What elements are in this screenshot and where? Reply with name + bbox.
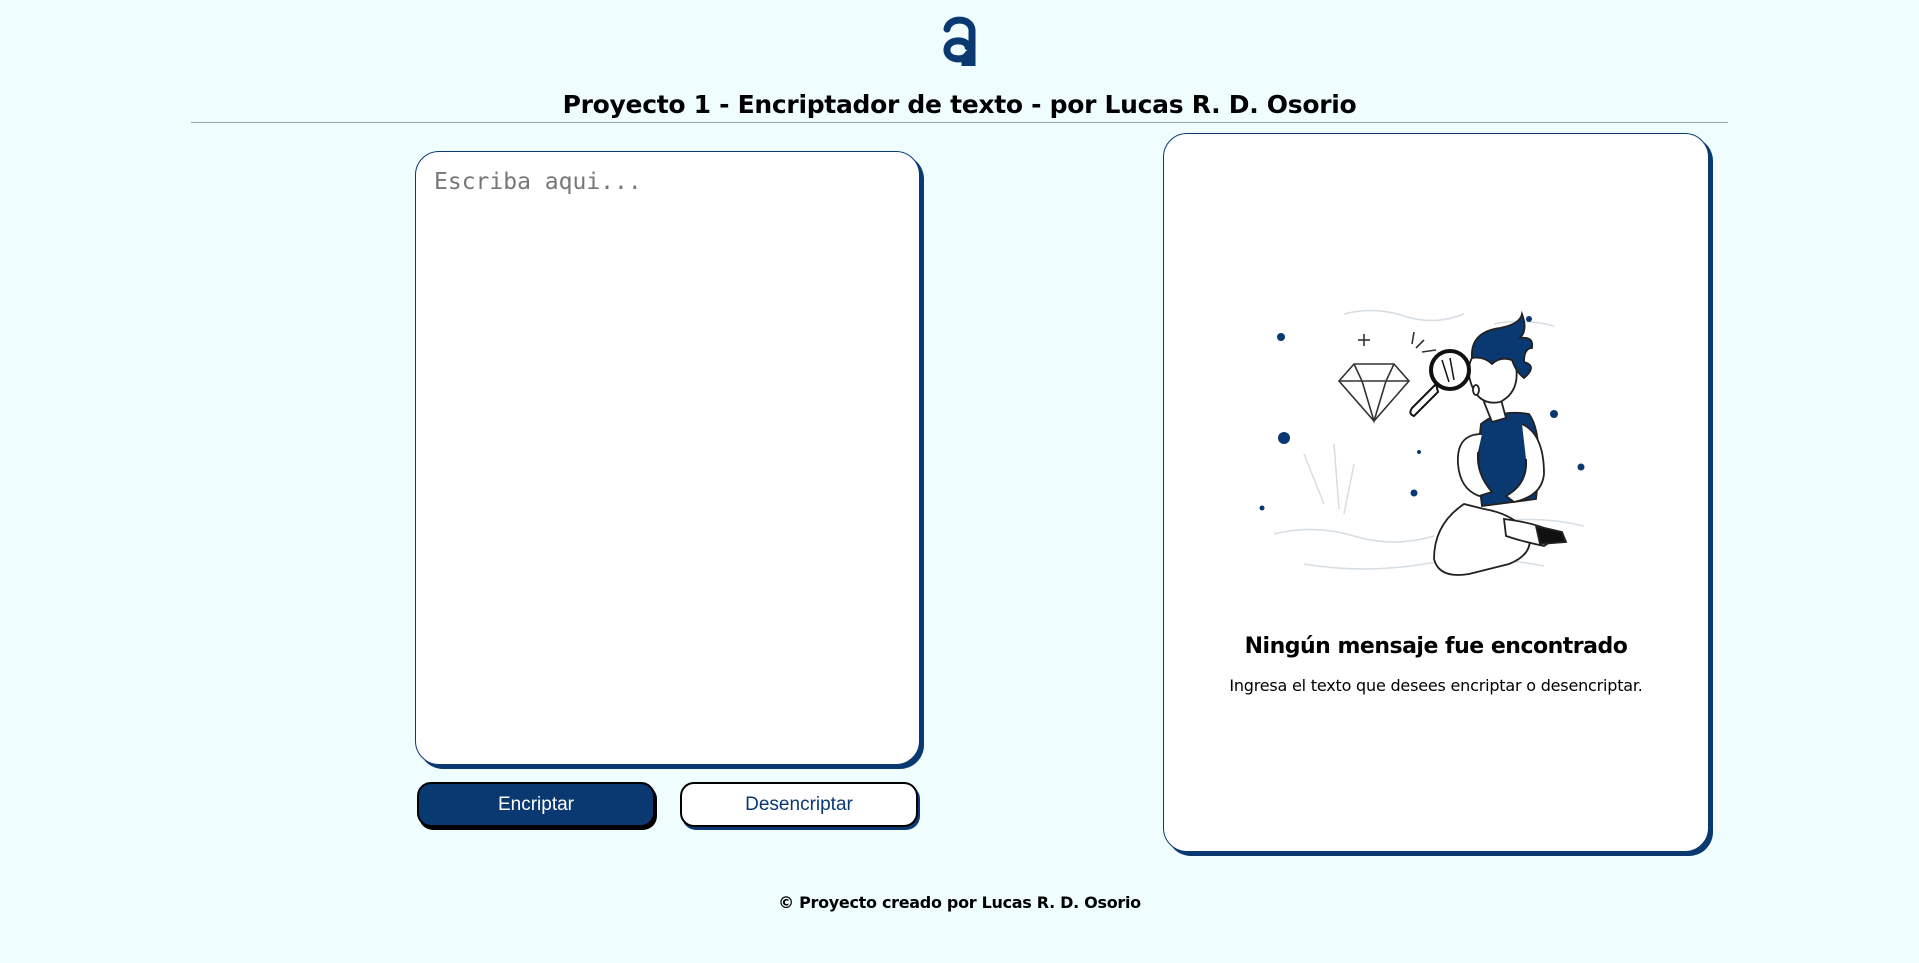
page-title: Proyecto 1 - Encriptador de texto - por … bbox=[562, 89, 1357, 119]
person-searching-diamond-illustration bbox=[1259, 309, 1585, 576]
alura-logo-icon[interactable] bbox=[938, 12, 980, 66]
page-header: Proyecto 1 - Encriptador de texto - por … bbox=[0, 0, 1919, 124]
header-divider bbox=[191, 122, 1728, 123]
footer-text: © Proyecto creado por Lucas R. D. Osorio bbox=[778, 893, 1141, 912]
page-footer: © Proyecto creado por Lucas R. D. Osorio bbox=[0, 893, 1919, 912]
empty-state-title: Ningún mensaje fue encontrado bbox=[1244, 634, 1628, 660]
output-card: Ningún mensaje fue encontrado Ingresa el… bbox=[1163, 133, 1709, 852]
text-input[interactable] bbox=[416, 152, 919, 764]
empty-state-subtitle: Ingresa el texto que desees encriptar o … bbox=[1229, 676, 1643, 695]
magnifying-glass-icon bbox=[1409, 349, 1471, 418]
encrypt-button[interactable]: Encriptar bbox=[417, 782, 655, 827]
text-input-card bbox=[415, 151, 920, 765]
decrypt-button[interactable]: Desencriptar bbox=[680, 782, 918, 827]
